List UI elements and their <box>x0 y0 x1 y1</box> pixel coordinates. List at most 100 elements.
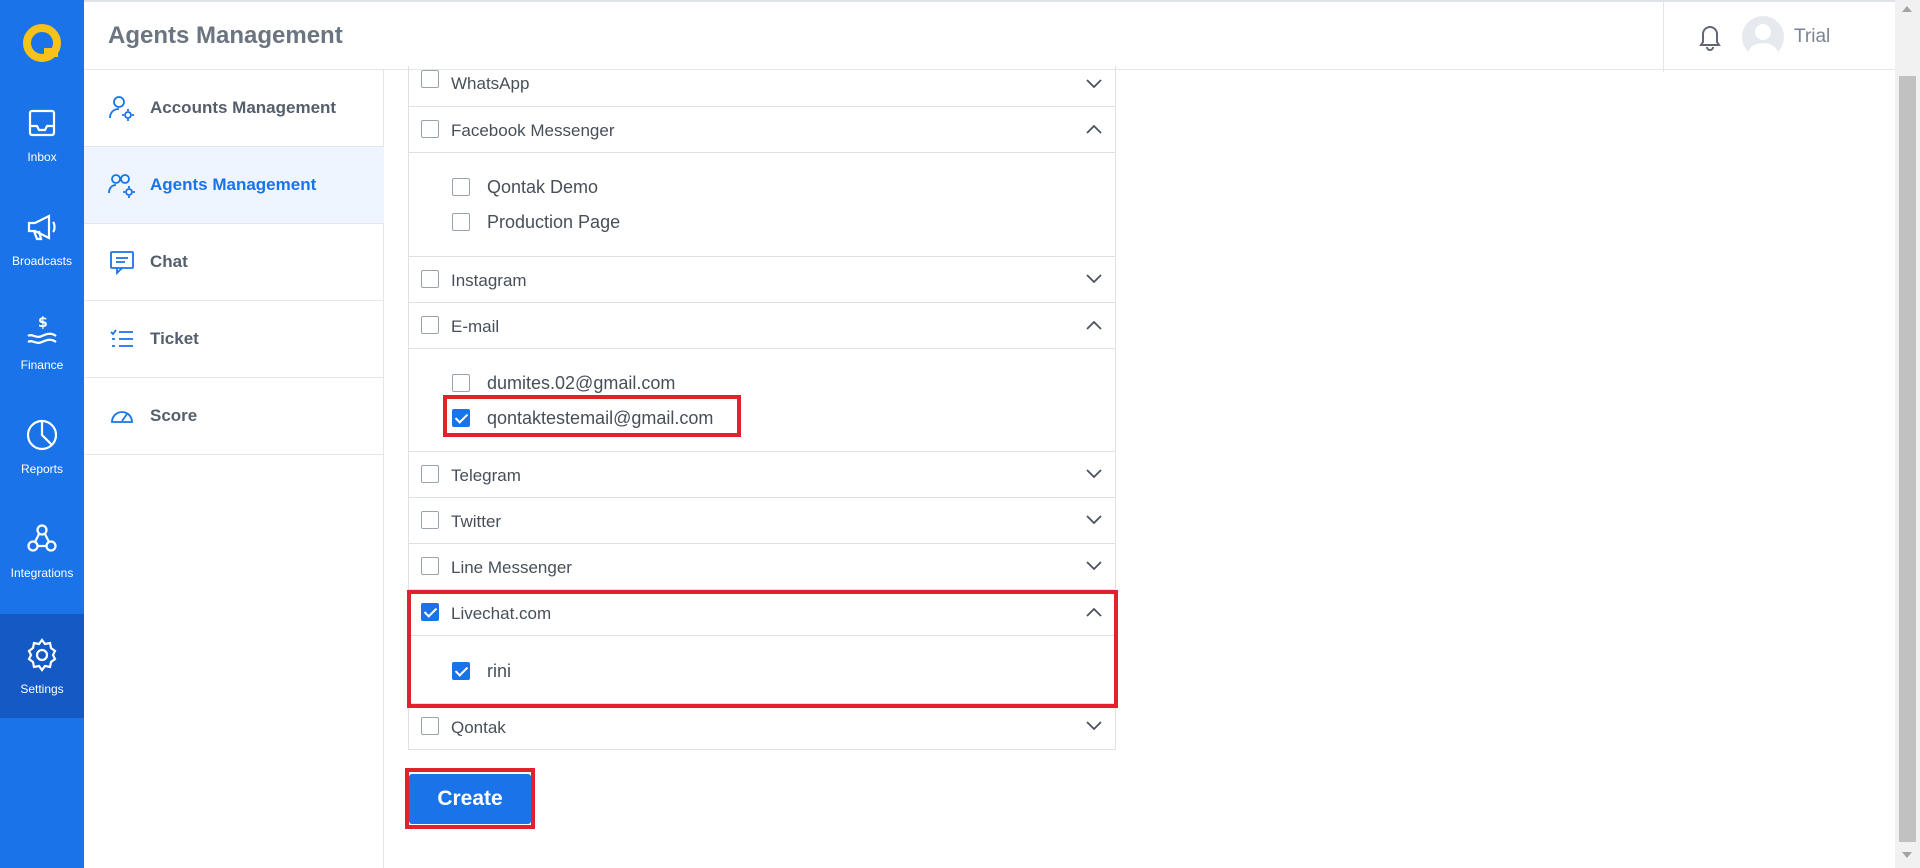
channel-sublist: dumites.02@gmail.com qontaktestemail@gma… <box>409 348 1115 451</box>
scroll-thumb[interactable] <box>1899 76 1916 842</box>
account-label: rini <box>487 661 512 681</box>
rail-item-integrations[interactable]: Integrations <box>0 498 84 602</box>
channel-label: WhatsApp <box>451 74 530 93</box>
sidebar-item-chat[interactable]: Chat <box>84 224 384 301</box>
rail-label: Inbox <box>27 150 57 164</box>
rail-item-reports[interactable]: Reports <box>0 394 84 498</box>
rail-item-inbox[interactable]: Inbox <box>0 82 84 186</box>
account-label: dumites.02@gmail.com <box>487 373 676 393</box>
channel-label: E-mail <box>451 317 500 336</box>
channel-checkbox[interactable] <box>421 557 439 575</box>
account-label: qontaktestemail@gmail.com <box>487 408 714 428</box>
settings-sidebar: Accounts Management Agents Management Ch… <box>84 70 384 868</box>
channel-sublist: Qontak Demo Production Page <box>409 152 1115 256</box>
list-item[interactable]: Production Page <box>409 204 1115 239</box>
channel-checkbox[interactable] <box>421 270 439 288</box>
channel-label: Instagram <box>451 271 527 290</box>
chat-icon <box>110 251 134 276</box>
channel-list: WhatsApp Facebook Messenger Qontak Demo … <box>408 66 1116 750</box>
rail-label: Settings <box>20 682 64 696</box>
channel-label: Facebook Messenger <box>451 121 615 140</box>
scroll-down-arrow-icon[interactable] <box>1902 852 1912 858</box>
channel-label: Line Messenger <box>451 558 572 577</box>
rail-item-finance[interactable]: $ Finance <box>0 290 84 394</box>
inbox-icon <box>28 109 56 137</box>
chevron-up-icon[interactable] <box>1085 606 1103 618</box>
top-bar: Agents Management Trial <box>84 0 1895 72</box>
channel-row-whatsapp[interactable]: WhatsApp <box>409 66 1115 106</box>
sidebar-item-score[interactable]: Score <box>84 378 384 455</box>
ticket-list-icon <box>110 329 133 347</box>
account-checkbox-checked[interactable] <box>452 662 470 680</box>
chevron-down-icon[interactable] <box>1085 468 1103 480</box>
list-item[interactable]: Qontak Demo <box>409 169 1115 204</box>
channel-label: Telegram <box>451 466 521 485</box>
chevron-up-icon[interactable] <box>1085 123 1103 135</box>
chevron-up-icon[interactable] <box>1085 319 1103 331</box>
list-item[interactable]: dumites.02@gmail.com <box>409 365 1115 400</box>
rail-label: Finance <box>20 358 64 372</box>
chevron-down-icon[interactable] <box>1085 514 1103 526</box>
integrations-icon <box>27 524 57 552</box>
sidebar-item-label: Score <box>150 406 198 425</box>
create-button[interactable]: Create <box>409 774 531 824</box>
channel-row-qontak[interactable]: Qontak <box>409 703 1115 749</box>
channel-sublist: rini <box>409 635 1115 703</box>
list-item[interactable]: qontaktestemail@gmail.com <box>409 400 1115 435</box>
users-gear-icon <box>108 174 135 198</box>
sidebar-item-label: Agents Management <box>150 175 317 194</box>
channel-checkbox[interactable] <box>421 465 439 483</box>
sidebar-item-agents-management[interactable]: Agents Management <box>84 147 384 224</box>
chevron-down-icon[interactable] <box>1085 78 1103 90</box>
account-checkbox[interactable] <box>452 213 470 231</box>
finance-icon: $ <box>27 315 57 344</box>
channel-label: Twitter <box>451 512 502 531</box>
rail-label: Integrations <box>10 566 74 580</box>
channel-row-instagram[interactable]: Instagram <box>409 256 1115 302</box>
sidebar-item-accounts-management[interactable]: Accounts Management <box>84 70 384 147</box>
chevron-down-icon[interactable] <box>1085 720 1103 732</box>
user-name[interactable]: Trial <box>1794 26 1830 48</box>
channel-checkbox[interactable] <box>421 717 439 735</box>
gear-icon <box>27 638 57 672</box>
account-label: Qontak Demo <box>487 177 599 197</box>
chevron-down-icon[interactable] <box>1085 560 1103 572</box>
account-label: Production Page <box>487 212 621 232</box>
channel-row-facebook-messenger[interactable]: Facebook Messenger <box>409 106 1115 152</box>
account-checkbox-checked[interactable] <box>452 409 470 427</box>
sidebar-item-ticket[interactable]: Ticket <box>84 301 384 378</box>
channel-row-email[interactable]: E-mail <box>409 302 1115 348</box>
avatar[interactable] <box>1742 16 1784 58</box>
chevron-down-icon[interactable] <box>1085 273 1103 285</box>
bell-icon[interactable] <box>1696 21 1724 51</box>
gauge-icon <box>111 411 133 423</box>
qontak-logo-icon[interactable] <box>20 22 64 66</box>
account-checkbox[interactable] <box>452 374 470 392</box>
rail-label: Broadcasts <box>11 254 73 268</box>
channel-row-telegram[interactable]: Telegram <box>409 451 1115 497</box>
channel-row-livechat[interactable]: Livechat.com <box>409 589 1115 635</box>
channel-row-twitter[interactable]: Twitter <box>409 497 1115 543</box>
pie-chart-icon <box>26 419 58 451</box>
top-divider <box>1663 2 1664 72</box>
sidebar-item-label: Ticket <box>150 329 199 348</box>
account-checkbox[interactable] <box>452 178 470 196</box>
channel-label: Livechat.com <box>451 604 552 623</box>
megaphone-icon <box>27 214 56 241</box>
avatar-icon <box>1748 24 1778 58</box>
rail-item-settings[interactable]: Settings <box>0 614 84 718</box>
left-rail: Inbox Broadcasts $ Finance Reports Integ… <box>0 0 84 868</box>
channel-checkbox[interactable] <box>421 511 439 529</box>
channel-checkbox[interactable] <box>421 120 439 138</box>
channel-checkbox[interactable] <box>421 316 439 334</box>
scroll-up-arrow-icon[interactable] <box>1902 6 1912 12</box>
scrollbar[interactable] <box>1895 0 1920 868</box>
channel-checkbox-checked[interactable] <box>421 603 439 621</box>
sidebar-item-label: Accounts Management <box>150 98 337 117</box>
rail-item-broadcasts[interactable]: Broadcasts <box>0 186 84 290</box>
list-item[interactable]: rini <box>409 653 1115 688</box>
channel-row-line-messenger[interactable]: Line Messenger <box>409 543 1115 589</box>
svg-text:$: $ <box>38 315 48 331</box>
channel-checkbox[interactable] <box>421 70 439 88</box>
channel-label: Qontak <box>451 718 506 737</box>
